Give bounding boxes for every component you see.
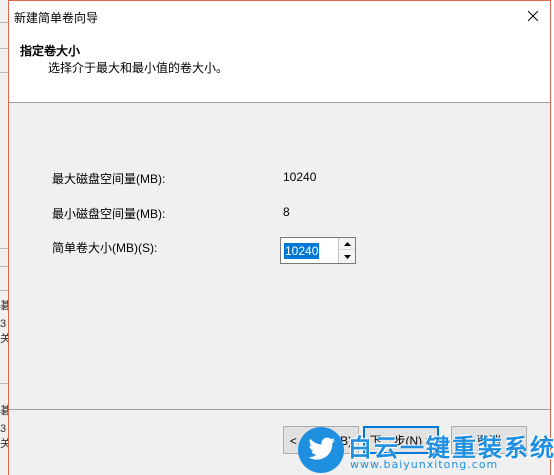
- min-size-value: 8: [283, 205, 290, 219]
- separator: [0, 248, 8, 249]
- wizard-content: 最大磁盘空间量(MB): 10240 最小磁盘空间量(MB): 8 简单卷大小(…: [9, 103, 550, 408]
- title-bar[interactable]: 新建简单卷向导: [9, 1, 550, 30]
- window-title: 新建简单卷向导: [14, 11, 99, 25]
- stepper-up-button[interactable]: [338, 238, 355, 250]
- separator: [0, 290, 8, 291]
- wizard-dialog: 新建简单卷向导 指定卷大小 选择介于最大和最小值的卷大小。 最大磁盘空间量(MB…: [8, 0, 551, 475]
- chevron-up-icon: [343, 241, 351, 246]
- separator: [0, 383, 8, 384]
- stepper-down-button[interactable]: [338, 250, 355, 263]
- close-button[interactable]: [516, 1, 550, 30]
- chevron-down-icon: [343, 254, 351, 259]
- close-icon: [528, 10, 538, 21]
- max-size-label: 最大磁盘空间量(MB):: [52, 172, 166, 186]
- background-text: 3: [0, 423, 7, 435]
- volume-size-stepper[interactable]: 10240: [280, 237, 356, 264]
- footer-divider: [9, 409, 550, 410]
- page-subtitle: 选择介于最大和最小值的卷大小。: [48, 61, 229, 75]
- next-button[interactable]: 下一步(N) >: [363, 426, 439, 454]
- background-text: 3: [0, 318, 7, 330]
- max-size-value: 10240: [283, 170, 317, 184]
- separator: [0, 22, 8, 23]
- separator: [0, 72, 8, 73]
- page-title: 指定卷大小: [20, 44, 81, 58]
- wizard-header: 指定卷大小 选择介于最大和最小值的卷大小。: [9, 30, 550, 103]
- min-size-label: 最小磁盘空间量(MB):: [52, 207, 166, 221]
- volume-size-value: 10240: [284, 242, 320, 259]
- volume-size-label: 简单卷大小(MB)(S):: [52, 241, 158, 255]
- volume-size-input[interactable]: 10240: [281, 238, 339, 263]
- back-button[interactable]: < 上一步(B): [283, 426, 359, 454]
- cancel-button[interactable]: 取消: [451, 426, 527, 454]
- separator: [0, 48, 8, 49]
- separator: [0, 266, 8, 267]
